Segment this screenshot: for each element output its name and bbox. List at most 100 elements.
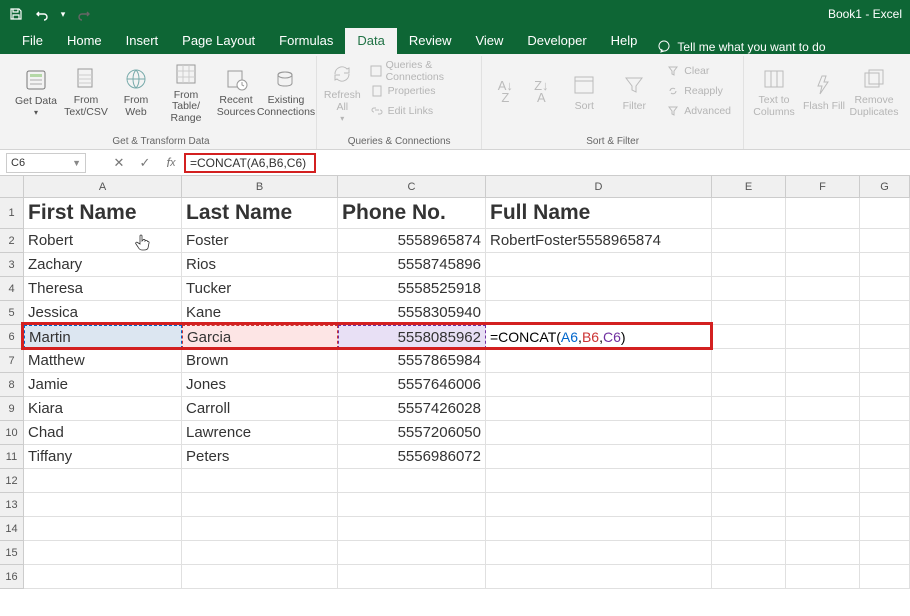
- cell-C9[interactable]: 5557426028: [338, 397, 486, 421]
- cell-D10[interactable]: [486, 421, 712, 445]
- cell-C5[interactable]: 5558305940: [338, 301, 486, 325]
- cell-B2[interactable]: Foster: [182, 229, 338, 253]
- cell-A3[interactable]: Zachary: [24, 253, 182, 277]
- cell-D7[interactable]: [486, 349, 712, 373]
- cell-A8[interactable]: Jamie: [24, 373, 182, 397]
- cell-G5[interactable]: [860, 301, 910, 325]
- cell-E16[interactable]: [712, 565, 786, 589]
- cell-E15[interactable]: [712, 541, 786, 565]
- cell-A2[interactable]: Robert: [24, 229, 182, 253]
- cell-E1[interactable]: [712, 198, 786, 229]
- cell-E3[interactable]: [712, 253, 786, 277]
- cell-D15[interactable]: [486, 541, 712, 565]
- row-header-10[interactable]: 10: [0, 421, 24, 445]
- cell-E4[interactable]: [712, 277, 786, 301]
- cell-A4[interactable]: Theresa: [24, 277, 182, 301]
- tell-me-search[interactable]: Tell me what you want to do: [649, 40, 833, 54]
- cell-G8[interactable]: [860, 373, 910, 397]
- qat-dropdown-icon[interactable]: ▾: [56, 3, 70, 25]
- column-header-G[interactable]: G: [860, 176, 910, 198]
- cell-C11[interactable]: 5556986072: [338, 445, 486, 469]
- sort-za-button[interactable]: Z↓A: [524, 58, 558, 126]
- cell-E7[interactable]: [712, 349, 786, 373]
- tab-insert[interactable]: Insert: [114, 28, 171, 54]
- enter-formula-icon[interactable]: ✓: [132, 150, 158, 176]
- cell-D5[interactable]: [486, 301, 712, 325]
- cell-A15[interactable]: [24, 541, 182, 565]
- cell-D12[interactable]: [486, 469, 712, 493]
- advanced-button[interactable]: Advanced: [662, 102, 735, 120]
- cell-G14[interactable]: [860, 517, 910, 541]
- cell-B11[interactable]: Peters: [182, 445, 338, 469]
- tab-formulas[interactable]: Formulas: [267, 28, 345, 54]
- cell-B13[interactable]: [182, 493, 338, 517]
- cell-G10[interactable]: [860, 421, 910, 445]
- reapply-button[interactable]: Reapply: [662, 82, 735, 100]
- cell-A16[interactable]: [24, 565, 182, 589]
- cell-B14[interactable]: [182, 517, 338, 541]
- row-header-14[interactable]: 14: [0, 517, 24, 541]
- cell-A1[interactable]: First Name: [24, 198, 182, 229]
- redo-icon[interactable]: [72, 3, 96, 25]
- cell-F9[interactable]: [786, 397, 860, 421]
- from-text-csv-button[interactable]: From Text/CSV: [62, 58, 110, 126]
- chevron-down-icon[interactable]: ▼: [72, 158, 81, 168]
- cell-D2[interactable]: RobertFoster5558965874: [486, 229, 712, 253]
- row-header-15[interactable]: 15: [0, 541, 24, 565]
- tab-file[interactable]: File: [10, 28, 55, 54]
- column-header-C[interactable]: C: [338, 176, 486, 198]
- cell-F4[interactable]: [786, 277, 860, 301]
- cell-F14[interactable]: [786, 517, 860, 541]
- cell-A10[interactable]: Chad: [24, 421, 182, 445]
- cell-G12[interactable]: [860, 469, 910, 493]
- edit-links-button[interactable]: Edit Links: [366, 102, 474, 120]
- cell-E11[interactable]: [712, 445, 786, 469]
- text-to-columns-button[interactable]: Text to Columns: [750, 58, 798, 126]
- column-header-B[interactable]: B: [182, 176, 338, 198]
- cell-E5[interactable]: [712, 301, 786, 325]
- cell-D8[interactable]: [486, 373, 712, 397]
- cell-G6[interactable]: [860, 325, 910, 349]
- row-header-1[interactable]: 1: [0, 198, 24, 229]
- select-all-corner[interactable]: [0, 176, 24, 198]
- cell-C14[interactable]: [338, 517, 486, 541]
- cell-G4[interactable]: [860, 277, 910, 301]
- cell-D3[interactable]: [486, 253, 712, 277]
- cell-G1[interactable]: [860, 198, 910, 229]
- undo-icon[interactable]: [30, 3, 54, 25]
- cell-G3[interactable]: [860, 253, 910, 277]
- cell-G11[interactable]: [860, 445, 910, 469]
- cell-F2[interactable]: [786, 229, 860, 253]
- row-header-13[interactable]: 13: [0, 493, 24, 517]
- column-header-E[interactable]: E: [712, 176, 786, 198]
- tab-page-layout[interactable]: Page Layout: [170, 28, 267, 54]
- cell-C12[interactable]: [338, 469, 486, 493]
- cell-A5[interactable]: Jessica: [24, 301, 182, 325]
- queries-connections-button[interactable]: Queries & Connections: [366, 62, 474, 80]
- cell-C6[interactable]: 5558085962: [338, 325, 486, 349]
- cell-D13[interactable]: [486, 493, 712, 517]
- row-header-9[interactable]: 9: [0, 397, 24, 421]
- cell-B4[interactable]: Tucker: [182, 277, 338, 301]
- cell-A14[interactable]: [24, 517, 182, 541]
- cell-G13[interactable]: [860, 493, 910, 517]
- cell-B8[interactable]: Jones: [182, 373, 338, 397]
- cell-A13[interactable]: [24, 493, 182, 517]
- cancel-formula-icon[interactable]: ✕: [106, 150, 132, 176]
- cell-E13[interactable]: [712, 493, 786, 517]
- cell-G15[interactable]: [860, 541, 910, 565]
- sort-az-button[interactable]: A↓Z: [488, 58, 522, 126]
- cell-A7[interactable]: Matthew: [24, 349, 182, 373]
- clear-button[interactable]: Clear: [662, 62, 735, 80]
- column-header-F[interactable]: F: [786, 176, 860, 198]
- cell-C13[interactable]: [338, 493, 486, 517]
- cell-F16[interactable]: [786, 565, 860, 589]
- row-header-11[interactable]: 11: [0, 445, 24, 469]
- cell-E6[interactable]: [712, 325, 786, 349]
- row-header-2[interactable]: 2: [0, 229, 24, 253]
- cell-B7[interactable]: Brown: [182, 349, 338, 373]
- cell-B6[interactable]: Garcia: [182, 325, 338, 349]
- cell-B9[interactable]: Carroll: [182, 397, 338, 421]
- cell-A9[interactable]: Kiara: [24, 397, 182, 421]
- tab-view[interactable]: View: [463, 28, 515, 54]
